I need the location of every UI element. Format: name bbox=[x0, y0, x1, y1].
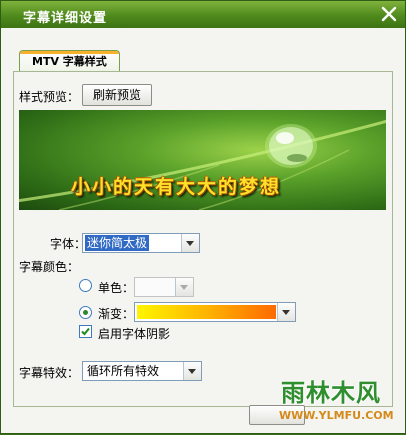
effects-label: 字幕特效： bbox=[19, 366, 80, 380]
tab-strip: MTV 字幕样式 bbox=[13, 42, 393, 72]
preview-image: 小小的天有大大的梦想 bbox=[19, 110, 386, 210]
check-icon bbox=[81, 327, 90, 336]
tab-panel: 样式预览： 刷新预览 小小的天有大大的梦想 字体： 迷你简太极 字幕颜色： 单色… bbox=[13, 71, 393, 407]
settings-dialog: 字幕详细设置 MTV 字幕样式 样式预览： 刷新预览 小小的天有大大的梦想 字体… bbox=[0, 0, 406, 434]
watermark-title: 雨林木风 bbox=[281, 379, 381, 407]
gradient-color-label: 渐变： bbox=[98, 307, 135, 321]
gradient-color-select[interactable] bbox=[134, 302, 296, 322]
lyric-preview-text: 小小的天有大大的梦想 bbox=[71, 176, 282, 198]
close-icon[interactable] bbox=[379, 4, 399, 24]
chevron-down-icon[interactable] bbox=[181, 234, 199, 252]
font-select[interactable]: 迷你简太极 bbox=[82, 233, 200, 253]
watermark-logo: 雨林木风 WWW.YLMFU.COM bbox=[269, 369, 406, 435]
effects-select-value: 循环所有特效 bbox=[87, 364, 160, 378]
refresh-preview-button[interactable]: 刷新预览 bbox=[82, 84, 152, 106]
gradient-swatch bbox=[137, 305, 276, 319]
solid-color-label: 单色： bbox=[98, 281, 135, 295]
chevron-down-icon[interactable] bbox=[175, 278, 193, 296]
tab-mtv-subtitle-style[interactable]: MTV 字幕样式 bbox=[19, 50, 120, 72]
solid-color-select[interactable] bbox=[134, 277, 194, 297]
preview-label: 样式预览： bbox=[19, 90, 80, 104]
solid-color-radio[interactable] bbox=[79, 279, 92, 292]
font-label: 字体： bbox=[50, 237, 87, 251]
watermark-url: WWW.YLMFU.COM bbox=[279, 409, 394, 422]
chevron-down-icon[interactable] bbox=[277, 303, 295, 321]
font-shadow-label: 启用字体阴影 bbox=[98, 327, 171, 341]
tab-label: MTV 字幕样式 bbox=[32, 55, 107, 68]
title-bar[interactable]: 字幕详细设置 bbox=[1, 1, 405, 28]
font-select-value: 迷你简太极 bbox=[85, 235, 150, 251]
window-title: 字幕详细设置 bbox=[23, 11, 108, 26]
effects-select[interactable]: 循环所有特效 bbox=[82, 361, 202, 381]
tab-active-indicator bbox=[20, 51, 119, 54]
font-shadow-checkbox[interactable] bbox=[79, 325, 92, 338]
chevron-down-icon[interactable] bbox=[183, 362, 201, 380]
subtitle-color-label: 字幕颜色： bbox=[19, 260, 80, 274]
gradient-color-radio[interactable] bbox=[79, 306, 92, 319]
